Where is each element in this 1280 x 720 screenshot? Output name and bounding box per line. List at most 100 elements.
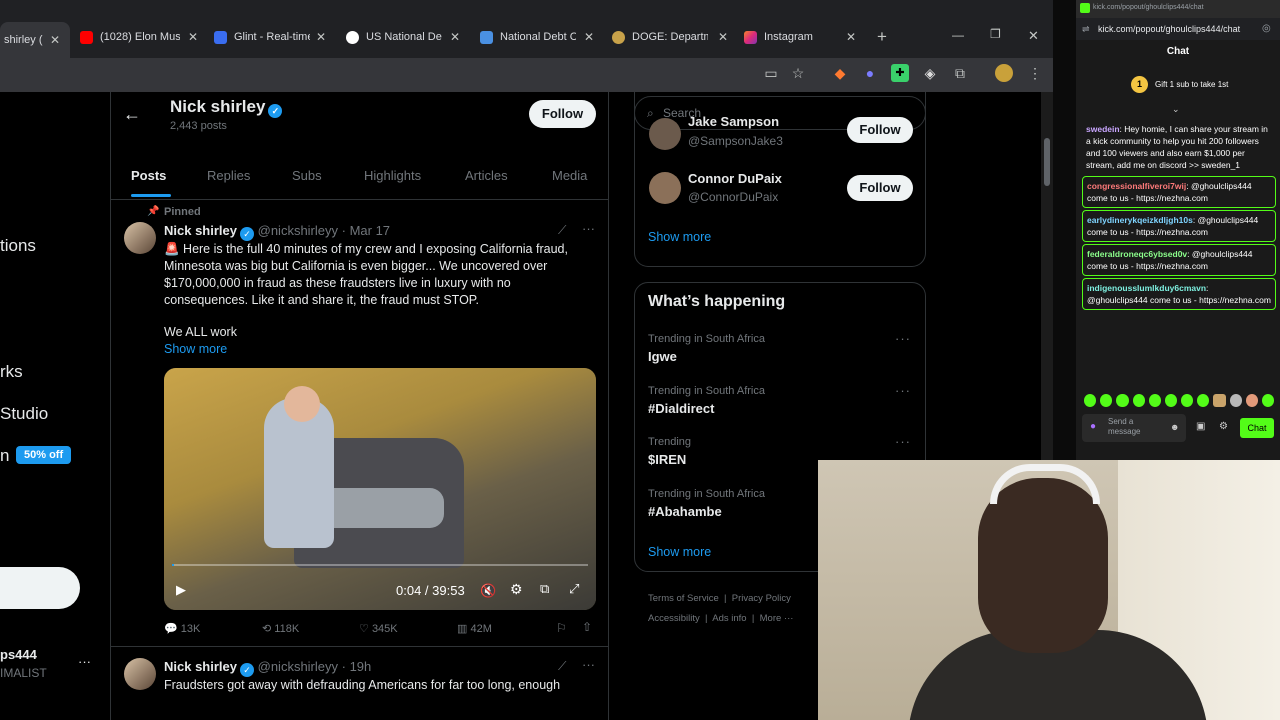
picture-in-picture-icon[interactable]: ⧉ <box>540 581 549 597</box>
trend-more-icon[interactable]: ··· <box>895 331 911 346</box>
menu-kebab-icon[interactable]: ⋮ <box>1026 64 1044 82</box>
show-more-link[interactable]: Show more <box>164 342 227 356</box>
footer-privacy[interactable]: Privacy Policy <box>732 593 791 604</box>
emote-icon[interactable] <box>1164 394 1178 407</box>
chat-message-input[interactable]: ● Send a message ☻ <box>1082 414 1186 442</box>
chat-settings-gear-icon[interactable]: ⚙ <box>1219 421 1228 432</box>
follow-button[interactable]: Follow <box>847 175 913 201</box>
window-close-icon[interactable]: ✕ <box>1028 28 1039 44</box>
share-icon[interactable]: ⇧ <box>582 620 592 634</box>
extension-fox-icon[interactable]: ◆ <box>831 64 849 82</box>
post-more-icon[interactable]: ··· <box>582 657 595 672</box>
trend-item[interactable]: Trending in South Africa #Abahambe <box>648 488 765 519</box>
sidebar-item-premium[interactable]: n <box>0 446 9 466</box>
sidebar-item-creator-studio[interactable]: Studio <box>0 404 48 424</box>
avatar[interactable] <box>649 118 681 150</box>
tab-highlights[interactable]: Highlights <box>364 168 421 183</box>
trend-more-icon[interactable]: ··· <box>895 434 911 449</box>
sidebar-item-bookmarks[interactable]: rks <box>0 362 23 382</box>
tab-doge[interactable]: DOGE: Departme <box>612 26 708 48</box>
account-more-icon[interactable]: ··· <box>78 654 91 669</box>
show-more-link[interactable]: Show more <box>648 230 711 244</box>
extension-green-icon[interactable]: ✚ <box>891 64 909 82</box>
close-icon[interactable]: ✕ <box>846 30 856 44</box>
tab-articles[interactable]: Articles <box>465 168 508 183</box>
close-icon[interactable]: ✕ <box>584 30 594 44</box>
account-name[interactable]: ps444 <box>0 647 37 662</box>
chat-username[interactable]: congressionalfiveroi7wij <box>1087 181 1186 191</box>
post-date[interactable]: · 19h <box>342 659 372 674</box>
gift-icon[interactable]: ▣ <box>1196 421 1205 432</box>
author-handle[interactable]: @nickshirleyy <box>258 223 338 238</box>
footer-more[interactable]: More ··· <box>760 613 794 624</box>
grok-icon[interactable]: ⟋ <box>558 659 566 674</box>
scrollbar-thumb[interactable] <box>1044 138 1050 186</box>
close-icon[interactable]: ✕ <box>188 30 198 44</box>
expand-chevron-icon[interactable]: ⌄ <box>1172 104 1180 115</box>
extension-ghost-icon[interactable]: ● <box>861 64 879 82</box>
close-icon[interactable]: ✕ <box>450 30 460 44</box>
tab-debt-clock[interactable]: National Debt C <box>480 26 576 48</box>
tab-x-profile[interactable]: shirley ( ✕ <box>0 22 70 58</box>
author-handle[interactable]: @nickshirleyy <box>258 659 338 674</box>
tab-subs[interactable]: Subs <box>292 168 322 183</box>
send-chat-button[interactable]: Chat <box>1240 418 1274 438</box>
reply-stat[interactable]: 💬 13K <box>164 622 200 635</box>
suggest-name[interactable]: Connor DuPaix <box>688 171 782 186</box>
grok-icon[interactable]: ⟋ <box>558 223 566 238</box>
emote-icon[interactable] <box>1197 394 1210 407</box>
avatar[interactable] <box>649 172 681 204</box>
video-player[interactable]: ▶ 0:04 / 39:53 🔇 ⚙ ⧉ ⤢ <box>164 368 596 610</box>
chat-username[interactable]: federaldroneqc6ybsed0v <box>1087 249 1187 259</box>
avatar[interactable] <box>124 222 156 254</box>
emote-icon[interactable] <box>1116 394 1129 407</box>
emote-icon[interactable] <box>1181 394 1194 407</box>
tab-national-debt[interactable]: US National Deb <box>346 26 442 48</box>
repost-stat[interactable]: ⟲ 118K <box>262 622 299 635</box>
new-tab-button[interactable]: + <box>877 27 887 47</box>
bookmark-star-icon[interactable]: ☆ <box>789 64 807 82</box>
suggest-name[interactable]: Jake Sampson <box>688 114 779 129</box>
site-info-icon[interactable]: ⇌ <box>1082 24 1090 35</box>
tab-youtube[interactable]: (1028) Elon Musk <box>80 26 180 48</box>
emote-icon[interactable] <box>1132 394 1145 407</box>
chat-username[interactable]: swedein <box>1086 124 1120 134</box>
tab-posts[interactable]: Posts <box>131 168 166 183</box>
chat-username[interactable]: indigenousslumlkduy6cmavn <box>1087 283 1206 293</box>
trend-item[interactable]: Trending $IREN <box>648 436 691 467</box>
close-icon[interactable]: ✕ <box>316 30 326 44</box>
show-more-link[interactable]: Show more <box>648 545 711 559</box>
footer-accessibility[interactable]: Accessibility <box>648 613 700 624</box>
emote-icon[interactable] <box>1261 394 1275 407</box>
views-stat[interactable]: ▥ 42M <box>457 622 492 635</box>
extension-shield-icon[interactable]: ◈ <box>921 64 939 82</box>
like-stat[interactable]: ♡ 345K <box>359 622 398 635</box>
close-icon[interactable]: ✕ <box>50 33 60 47</box>
gift-sub-banner[interactable]: 1 Gift 1 sub to take 1st <box>1076 72 1280 98</box>
eye-slash-icon[interactable]: ◎ <box>1262 23 1271 34</box>
emote-icon[interactable] <box>1213 394 1226 407</box>
post-button[interactable] <box>0 567 80 609</box>
tab-media[interactable]: Media <box>552 168 587 183</box>
trend-item[interactable]: Trending in South Africa Igwe <box>648 333 765 364</box>
tab-instagram[interactable]: Instagram <box>744 26 844 48</box>
back-arrow-icon[interactable]: ← <box>123 104 141 125</box>
mute-icon[interactable]: 🔇 <box>480 583 496 599</box>
cast-icon[interactable]: ▭ <box>762 64 780 82</box>
emote-icon[interactable] <box>1084 394 1097 407</box>
post-more-icon[interactable]: ··· <box>582 221 595 236</box>
emote-icon[interactable] <box>1148 394 1161 407</box>
emote-icon[interactable] <box>1245 394 1258 407</box>
footer-terms[interactable]: Terms of Service <box>648 593 719 604</box>
tab-replies[interactable]: Replies <box>207 168 250 183</box>
avatar[interactable] <box>124 658 156 690</box>
chat-url[interactable]: kick.com/popout/ghoulclips444/chat <box>1098 24 1240 34</box>
profile-avatar-icon[interactable] <box>995 64 1013 82</box>
tab-glint[interactable]: Glint - Real-time <box>214 26 310 48</box>
emoji-icon[interactable]: ☻ <box>1170 422 1179 432</box>
bookmark-icon[interactable]: ⚐ <box>556 621 567 635</box>
trend-item[interactable]: Trending in South Africa #Dialdirect <box>648 385 765 416</box>
fullscreen-icon[interactable]: ⤢ <box>569 581 579 597</box>
sidebar-item-notifications[interactable]: tions <box>0 236 36 256</box>
follow-button[interactable]: Follow <box>847 117 913 143</box>
